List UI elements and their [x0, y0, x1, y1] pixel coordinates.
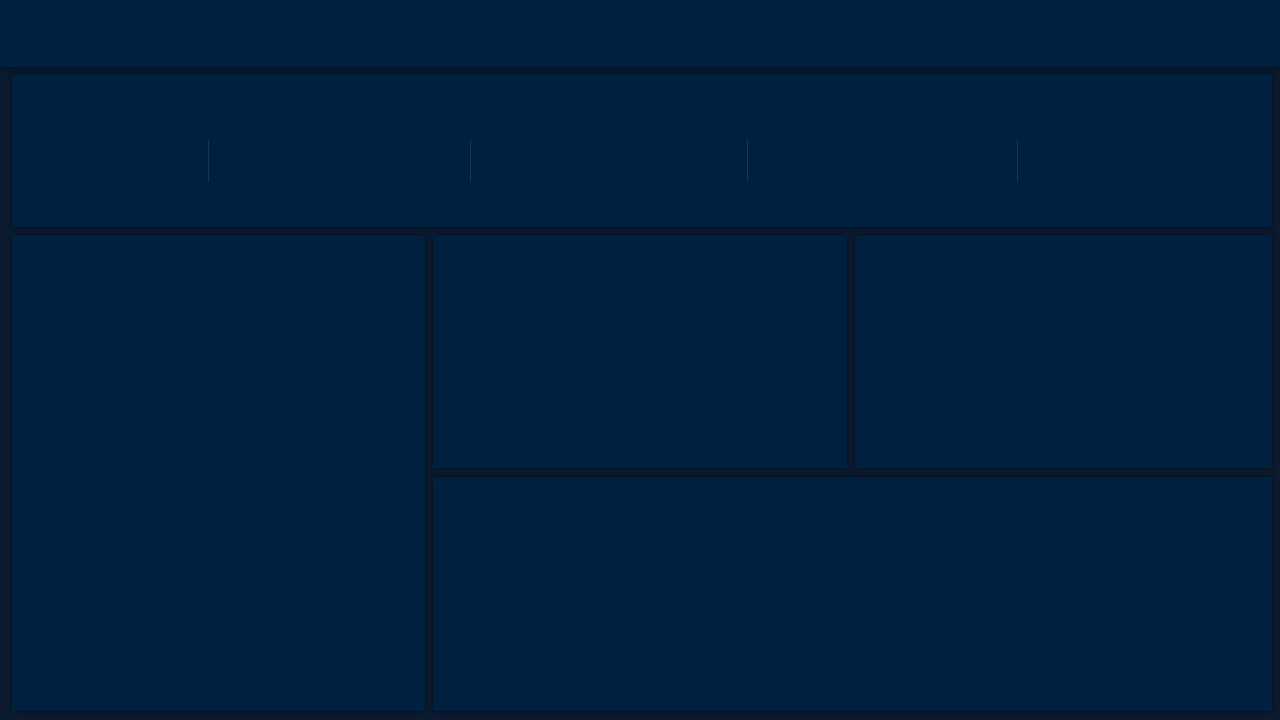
middle-panel: [433, 235, 847, 468]
stats-divider-4: [1017, 140, 1018, 182]
left-panel: [12, 235, 425, 711]
right-panel: [855, 235, 1272, 468]
top-header-bar: [0, 0, 1280, 67]
bottom-panel: [433, 477, 1272, 711]
stats-divider-2: [470, 140, 471, 182]
stats-panel: [12, 74, 1272, 227]
stats-divider-3: [747, 140, 748, 182]
stats-divider-1: [208, 140, 209, 182]
